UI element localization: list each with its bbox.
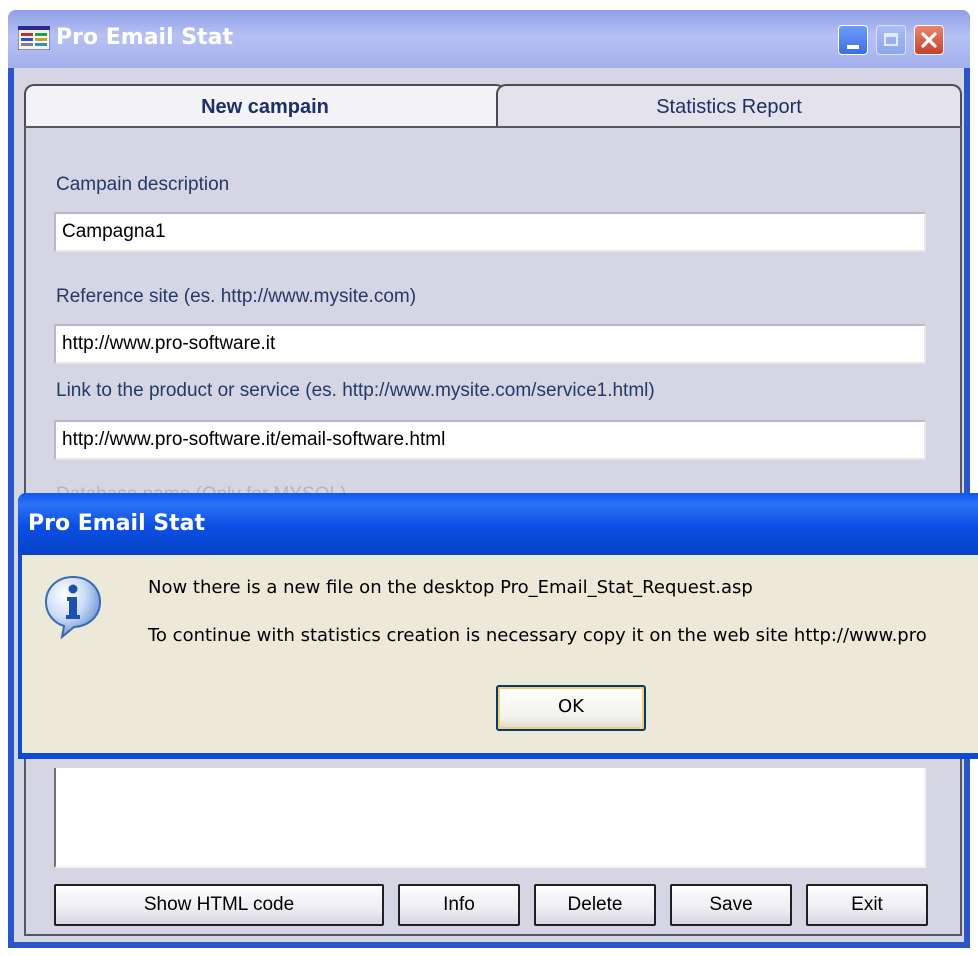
- message-dialog: Pro Email Stat Now there is a new file o…: [18, 493, 978, 759]
- campain-description-label: Campain description: [56, 174, 230, 195]
- info-icon: [44, 575, 102, 639]
- close-icon: [921, 32, 937, 48]
- dialog-body: Now there is a new file on the desktop P…: [22, 555, 978, 753]
- dialog-title: Pro Email Stat: [28, 511, 206, 536]
- reference-site-label: Reference site (es. http://www.mysite.co…: [56, 286, 417, 307]
- close-button[interactable]: [914, 25, 944, 55]
- product-link-label: Link to the product or service (es. http…: [56, 380, 655, 401]
- minimize-button[interactable]: [838, 25, 868, 55]
- info-button[interactable]: Info: [398, 884, 520, 926]
- exit-button[interactable]: Exit: [806, 884, 928, 926]
- dialog-message-line1: Now there is a new file on the desktop P…: [148, 577, 753, 598]
- html-code-area[interactable]: [54, 768, 926, 868]
- maximize-icon: [884, 33, 898, 46]
- ok-button[interactable]: OK: [496, 685, 646, 731]
- application-icon: [18, 26, 50, 50]
- main-titlebar[interactable]: Pro Email Stat: [8, 10, 970, 68]
- minimize-icon: [847, 45, 859, 49]
- dialog-message-line2: To continue with statistics creation is …: [148, 625, 927, 646]
- show-html-code-button[interactable]: Show HTML code: [54, 884, 384, 926]
- maximize-button[interactable]: [876, 25, 906, 55]
- campain-description-field[interactable]: [54, 212, 926, 252]
- window-title: Pro Email Stat: [56, 25, 234, 50]
- tab-new-campain[interactable]: New campain: [24, 84, 506, 126]
- main-window: Pro Email Stat New campain Statistics Re…: [8, 10, 970, 948]
- product-link-field[interactable]: [54, 420, 926, 460]
- tab-statistics-report[interactable]: Statistics Report: [496, 84, 962, 126]
- delete-button[interactable]: Delete: [534, 884, 656, 926]
- reference-site-field[interactable]: [54, 324, 926, 364]
- dialog-titlebar[interactable]: Pro Email Stat: [18, 493, 978, 555]
- save-button[interactable]: Save: [670, 884, 792, 926]
